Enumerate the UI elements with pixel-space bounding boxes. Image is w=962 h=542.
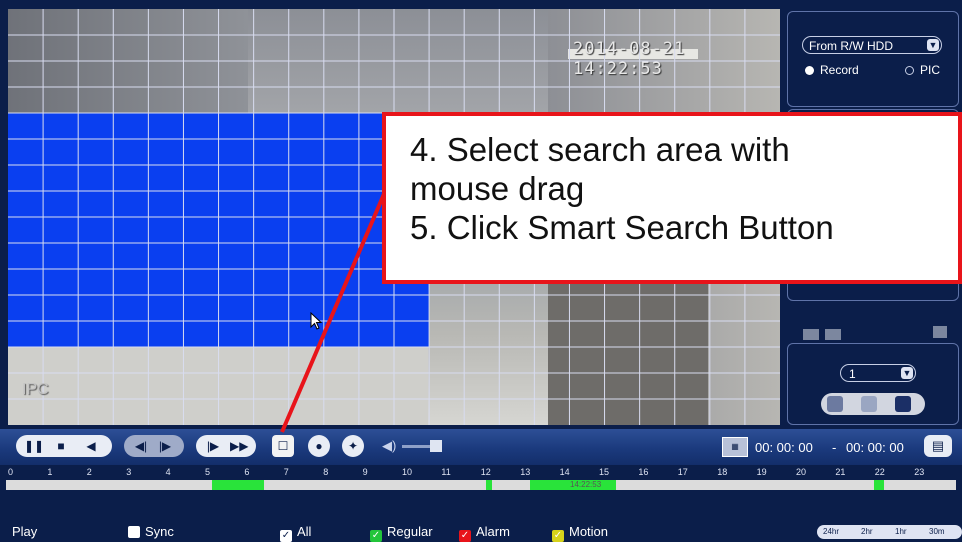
- instruction-line: mouse drag: [410, 170, 585, 207]
- instruction-callout: 4. Select search area with mouse drag 5.…: [382, 112, 962, 284]
- instruction-line: 4. Select search area with: [410, 131, 790, 168]
- instruction-line: 5. Click Smart Search Button: [410, 209, 834, 246]
